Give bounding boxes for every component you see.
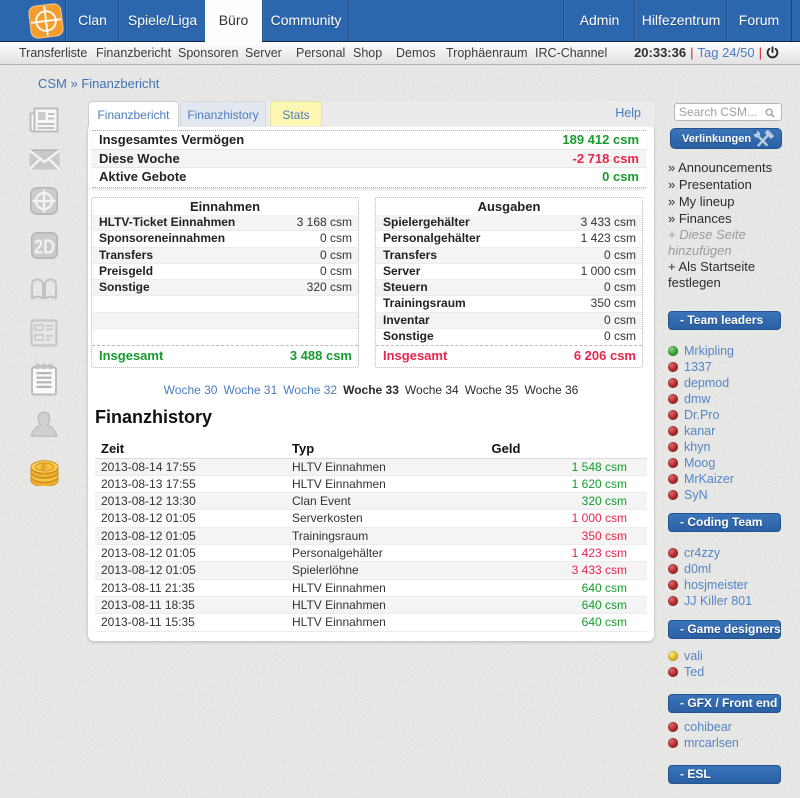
svg-text:2D: 2D [34, 237, 55, 259]
